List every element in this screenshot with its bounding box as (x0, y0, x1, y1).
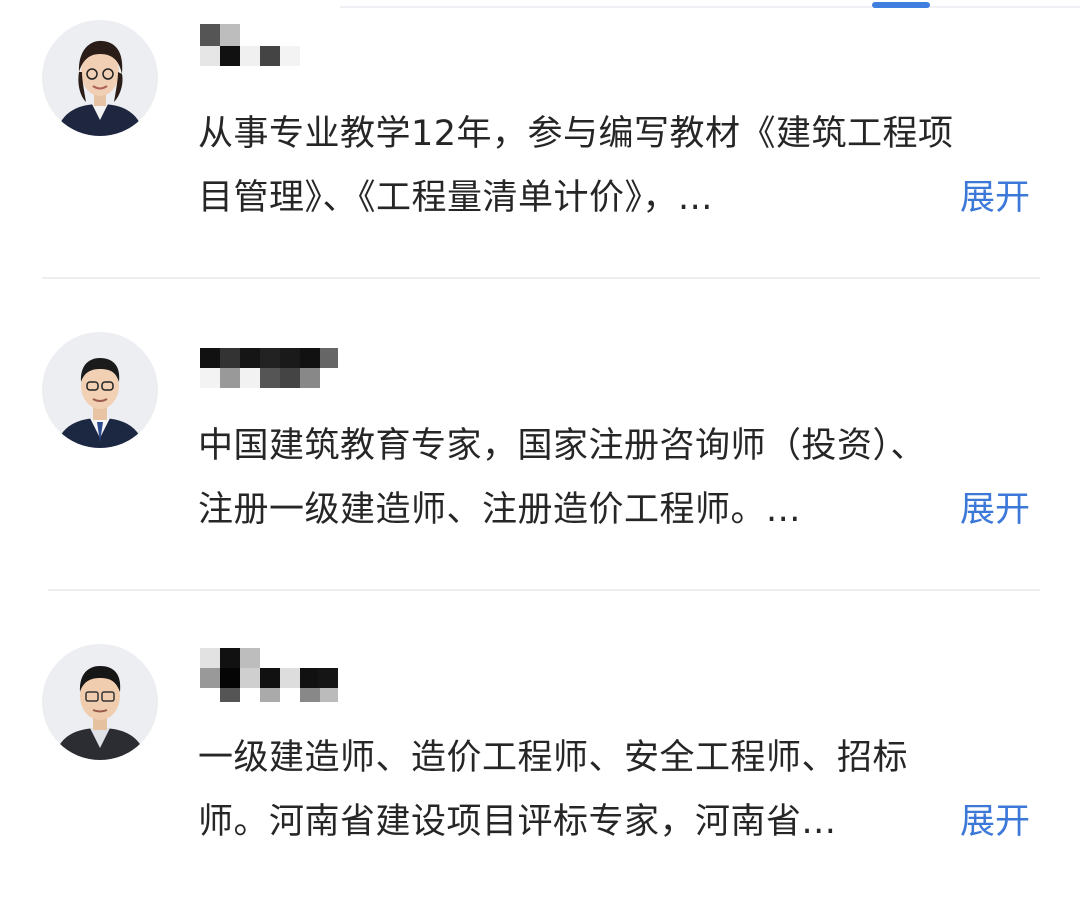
description-line: 目管理》、《工程量清单计价》，... (198, 178, 713, 218)
expert-description: 从事专业教学12年，参与编写教材《建筑工程项 目管理》、《工程量清单计价》，..… (198, 102, 958, 230)
description-line: 注册一级建造师、注册造价工程师。... (198, 490, 801, 530)
expert-description: 一级建造师、造价工程师、安全工程师、招标 师。河南省建设项目评标专家，河南省..… (198, 726, 958, 854)
blurred-name (198, 646, 348, 702)
blurred-name (198, 344, 348, 390)
male-teacher-avatar-icon[interactable] (42, 332, 158, 448)
expert-list-page: 从事专业教学12年，参与编写教材《建筑工程项 目管理》、《工程量清单计价》，..… (0, 0, 1080, 899)
blurred-name (198, 22, 318, 68)
female-teacher-avatar-icon[interactable] (42, 20, 158, 136)
top-divider (340, 6, 1080, 8)
description-line: 中国建筑教育专家，国家注册咨询师（投资）、 (198, 426, 927, 466)
expand-button[interactable]: 展开 (960, 790, 1030, 854)
description-line: 从事专业教学12年，参与编写教材《建筑工程项 (198, 114, 954, 154)
active-tab-indicator (872, 2, 930, 8)
card-divider (42, 277, 1040, 279)
card-divider (48, 589, 1040, 591)
male-teacher-avatar-icon[interactable] (42, 644, 158, 760)
expand-button[interactable]: 展开 (960, 478, 1030, 542)
expert-description: 中国建筑教育专家，国家注册咨询师（投资）、 注册一级建造师、注册造价工程师。..… (198, 414, 958, 542)
expand-button[interactable]: 展开 (960, 166, 1030, 230)
description-line: 师。河南省建设项目评标专家，河南省... (198, 802, 837, 842)
description-line: 一级建造师、造价工程师、安全工程师、招标 (198, 738, 909, 778)
